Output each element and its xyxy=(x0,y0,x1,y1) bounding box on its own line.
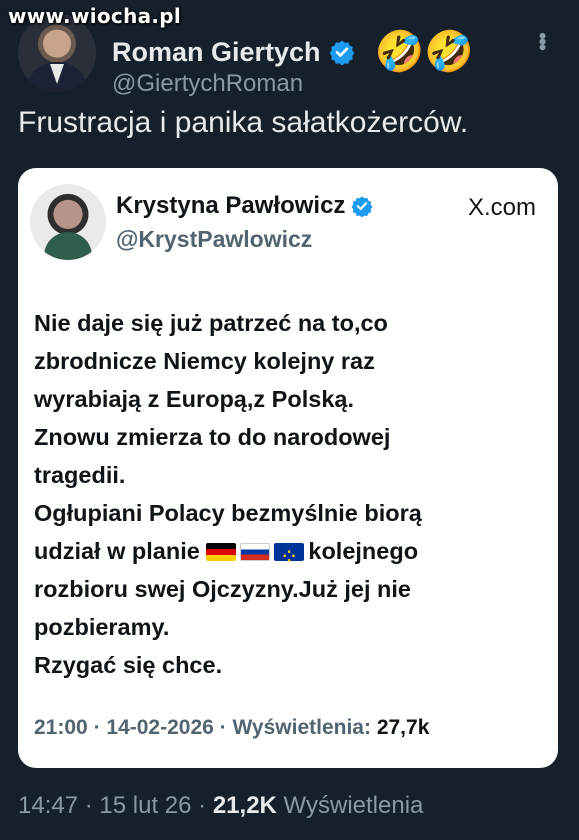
quoted-text-line: zbrodnicze Niemcy kolejny raz xyxy=(34,348,375,374)
quoted-text-line: tragedii. xyxy=(34,462,126,488)
post-views-label[interactable]: Wyświetlenia xyxy=(284,792,424,819)
quoted-text-line: Ogłupiani Polacy bezmyślnie biorą xyxy=(34,500,422,526)
author-name[interactable]: Roman Giertych xyxy=(112,37,321,68)
laughing-emoji: 🤣🤣 xyxy=(374,30,475,74)
post-time[interactable]: 14:47 xyxy=(18,792,78,819)
quoted-views-label: Wyświetlenia: xyxy=(232,716,371,739)
quoted-post-card[interactable]: Krystyna Pawłowicz @KrystPawlowicz X.com… xyxy=(18,168,558,768)
quoted-text-fragment: udział w planie xyxy=(34,538,200,564)
quoted-text-line: pozbieramy. xyxy=(34,614,170,640)
quoted-post-date[interactable]: 14-02-2026 xyxy=(106,716,213,739)
quoted-author-name[interactable]: Krystyna Pawłowicz xyxy=(116,192,345,220)
quoted-post-text: Nie daje się już patrzeć na to,co zbrodn… xyxy=(34,304,534,684)
post-views-count[interactable]: 21,2K xyxy=(213,792,277,819)
post-date[interactable]: 15 lut 26 xyxy=(99,792,191,819)
author-handle[interactable]: @GiertychRoman xyxy=(112,70,303,98)
quoted-views-count: 27,7k xyxy=(376,716,430,739)
verified-badge-icon xyxy=(329,40,355,65)
quoted-text-line-with-flags: udział w planie kolejnego xyxy=(34,532,534,577)
quoted-text-fragment: kolejnego xyxy=(308,538,419,564)
source-label: X.com xyxy=(467,194,536,221)
quoted-text-line: Nie daje się już patrzeć na to,co xyxy=(34,310,388,336)
quoted-author-handle[interactable]: @KrystPawlowicz xyxy=(116,226,312,253)
watermark: www.wiocha.pl xyxy=(8,4,182,28)
verified-badge-icon xyxy=(351,196,373,217)
post-text: Frustracja i panika sałatkożerców. xyxy=(18,106,469,139)
quoted-text-line: Rzygać się chce. xyxy=(34,652,223,678)
eu-flag-icon xyxy=(274,539,305,577)
post-meta: 14:47 · 15 lut 26 · 21,2K Wyświetlenia xyxy=(18,792,424,819)
more-options-icon[interactable]: ••• xyxy=(529,32,555,49)
quoted-post-meta: 21:00 · 14-02-2026 · Wyświetlenia: 27,7k xyxy=(34,716,430,739)
quoted-post-time[interactable]: 21:00 xyxy=(34,716,88,739)
germany-flag-icon xyxy=(206,543,237,561)
author-name-row: Roman Giertych 🤣🤣 xyxy=(112,32,474,72)
quoted-author-name-row: Krystyna Pawłowicz xyxy=(116,192,373,220)
quoted-author-avatar[interactable] xyxy=(30,184,106,260)
russia-flag-icon xyxy=(240,543,271,561)
quoted-text-line: wyrabiają z Europą,z Polską. xyxy=(34,386,354,412)
quoted-text-line: Znowu zmierza to do narodowej xyxy=(34,424,391,450)
